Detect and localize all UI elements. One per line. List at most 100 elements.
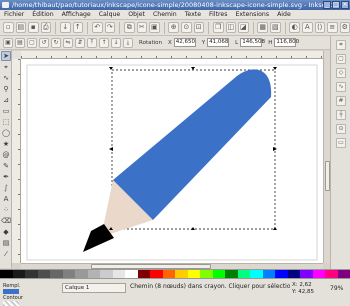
- menu-object[interactable]: Objet: [128, 10, 145, 19]
- drawing-canvas[interactable]: [21, 59, 323, 263]
- undo-icon[interactable]: ↶: [92, 22, 103, 33]
- lower-bottom-icon[interactable]: ⤓: [123, 37, 133, 48]
- swatch[interactable]: [337, 270, 350, 278]
- zoom-icon[interactable]: ⚲: [1, 84, 11, 94]
- close-icon[interactable]: ×: [341, 1, 349, 9]
- import-icon[interactable]: ↓: [60, 22, 71, 33]
- tweak-icon[interactable]: ∿: [1, 73, 11, 83]
- text-tool-icon[interactable]: A: [1, 194, 11, 204]
- group-icon[interactable]: ▦: [257, 22, 268, 33]
- dropper-icon[interactable]: ⁄: [1, 249, 11, 259]
- menu-filters[interactable]: Filtres: [209, 10, 227, 19]
- menu-help[interactable]: Aide: [277, 10, 291, 19]
- swatch[interactable]: [75, 270, 88, 278]
- pencil-body[interactable]: [113, 69, 272, 220]
- clone-icon[interactable]: ◫: [225, 22, 237, 33]
- ungroup-icon[interactable]: ▧: [270, 22, 281, 33]
- swatch[interactable]: [50, 270, 63, 278]
- gradient-icon[interactable]: ▤: [1, 238, 11, 248]
- vertical-ruler[interactable]: [12, 59, 21, 263]
- zoom-drawing-icon[interactable]: ⊙: [181, 22, 192, 33]
- zoom-selection-icon[interactable]: ⊕: [168, 22, 179, 33]
- swatch-red[interactable]: [150, 270, 163, 278]
- snap-guide-icon[interactable]: ┼: [336, 110, 346, 120]
- minimize-icon[interactable]: _: [323, 1, 331, 9]
- swatch-magenta[interactable]: [312, 270, 325, 278]
- fill-swatch[interactable]: [3, 289, 19, 294]
- menu-edit[interactable]: Édition: [32, 10, 53, 19]
- layer-selector[interactable]: Calque 1: [62, 283, 126, 293]
- raise-top-icon[interactable]: ⤒: [87, 37, 97, 48]
- rotate-ccw-icon[interactable]: ↺: [39, 37, 49, 48]
- raise-icon[interactable]: ↑: [99, 37, 109, 48]
- measure-icon[interactable]: ⊿: [1, 95, 11, 105]
- vertical-scrollbar[interactable]: [323, 51, 330, 263]
- node-edit-icon[interactable]: ⌖: [1, 62, 11, 72]
- menu-extensions[interactable]: Extensions: [235, 10, 269, 19]
- swatch[interactable]: [200, 270, 213, 278]
- spiral-icon[interactable]: @: [1, 150, 11, 160]
- new-document-icon[interactable]: ▫: [3, 22, 14, 33]
- snap-enable-icon[interactable]: ⌗: [336, 40, 346, 50]
- handle-bottom-icon[interactable]: [191, 227, 195, 230]
- select-all-icon[interactable]: ▣: [3, 37, 13, 48]
- align-icon[interactable]: ≡: [327, 22, 338, 33]
- swatch[interactable]: [25, 270, 38, 278]
- swatch[interactable]: [137, 270, 150, 278]
- swatch-blue[interactable]: [275, 270, 288, 278]
- star-icon[interactable]: ★: [1, 139, 11, 149]
- calligraphy-icon[interactable]: ∫: [1, 183, 11, 193]
- x-field[interactable]: 42,650: [173, 38, 196, 47]
- swatch-cyan[interactable]: [250, 270, 263, 278]
- snap-center-icon[interactable]: ⊙: [336, 124, 346, 134]
- flip-vertical-icon[interactable]: ⇵: [75, 37, 85, 48]
- selector-arrow-icon[interactable]: ➤: [1, 51, 11, 61]
- preferences-icon[interactable]: ⚙: [339, 22, 350, 33]
- save-icon[interactable]: ▪: [28, 22, 39, 33]
- y-field[interactable]: 41,068: [207, 38, 230, 47]
- maximize-icon[interactable]: □: [332, 1, 340, 9]
- swatch[interactable]: [87, 270, 100, 278]
- text-font-icon[interactable]: A: [301, 22, 313, 33]
- menu-view[interactable]: Affichage: [62, 10, 91, 19]
- swatch-yellow[interactable]: [187, 270, 200, 278]
- handle-top-icon[interactable]: [191, 67, 195, 70]
- spray-icon[interactable]: ⁘: [1, 205, 11, 215]
- redo-icon[interactable]: ↷: [104, 22, 116, 33]
- swatch[interactable]: [112, 270, 125, 278]
- swatch[interactable]: [175, 270, 188, 278]
- stroke-swatch[interactable]: [3, 301, 19, 306]
- export-icon[interactable]: ↑: [72, 22, 84, 33]
- swatch[interactable]: [225, 270, 238, 278]
- zoom-field[interactable]: 79%: [330, 285, 343, 292]
- snap-nodes-icon[interactable]: ◇: [336, 68, 346, 78]
- fill-stroke-indicator[interactable]: Rempl. Contour: [3, 283, 37, 306]
- horizontal-ruler[interactable]: [21, 51, 323, 59]
- lower-icon[interactable]: ↓: [111, 37, 121, 48]
- ellipse-icon[interactable]: ◯: [1, 128, 11, 138]
- height-field[interactable]: 116,800: [274, 38, 299, 47]
- swatch-white[interactable]: [125, 270, 138, 278]
- deselect-icon[interactable]: ▢: [27, 37, 37, 48]
- swatch[interactable]: [237, 270, 250, 278]
- xml-editor-icon[interactable]: ⟨⟩: [314, 22, 326, 33]
- bucket-icon[interactable]: ◆: [1, 227, 11, 237]
- swatch[interactable]: [37, 270, 50, 278]
- swatch[interactable]: [100, 270, 113, 278]
- eraser-icon[interactable]: ⌫: [1, 216, 11, 226]
- handle-top-left-icon[interactable]: [109, 67, 113, 70]
- swatch-black[interactable]: [0, 270, 13, 278]
- snap-grid-icon[interactable]: #: [336, 96, 346, 106]
- handle-bottom-right-icon[interactable]: [273, 227, 277, 230]
- unlink-clone-icon[interactable]: ◪: [238, 22, 249, 33]
- swatch[interactable]: [262, 270, 275, 278]
- swatch[interactable]: [12, 270, 25, 278]
- swatch[interactable]: [300, 270, 313, 278]
- swatch[interactable]: [325, 270, 338, 278]
- swatch-green[interactable]: [212, 270, 225, 278]
- paste-icon[interactable]: ▣: [149, 22, 160, 33]
- rectangle-icon[interactable]: ▭: [1, 106, 11, 116]
- 3d-box-icon[interactable]: ⬚: [1, 117, 11, 127]
- duplicate-icon[interactable]: ❐: [212, 22, 224, 33]
- pencil-icon[interactable]: ✎: [1, 161, 11, 171]
